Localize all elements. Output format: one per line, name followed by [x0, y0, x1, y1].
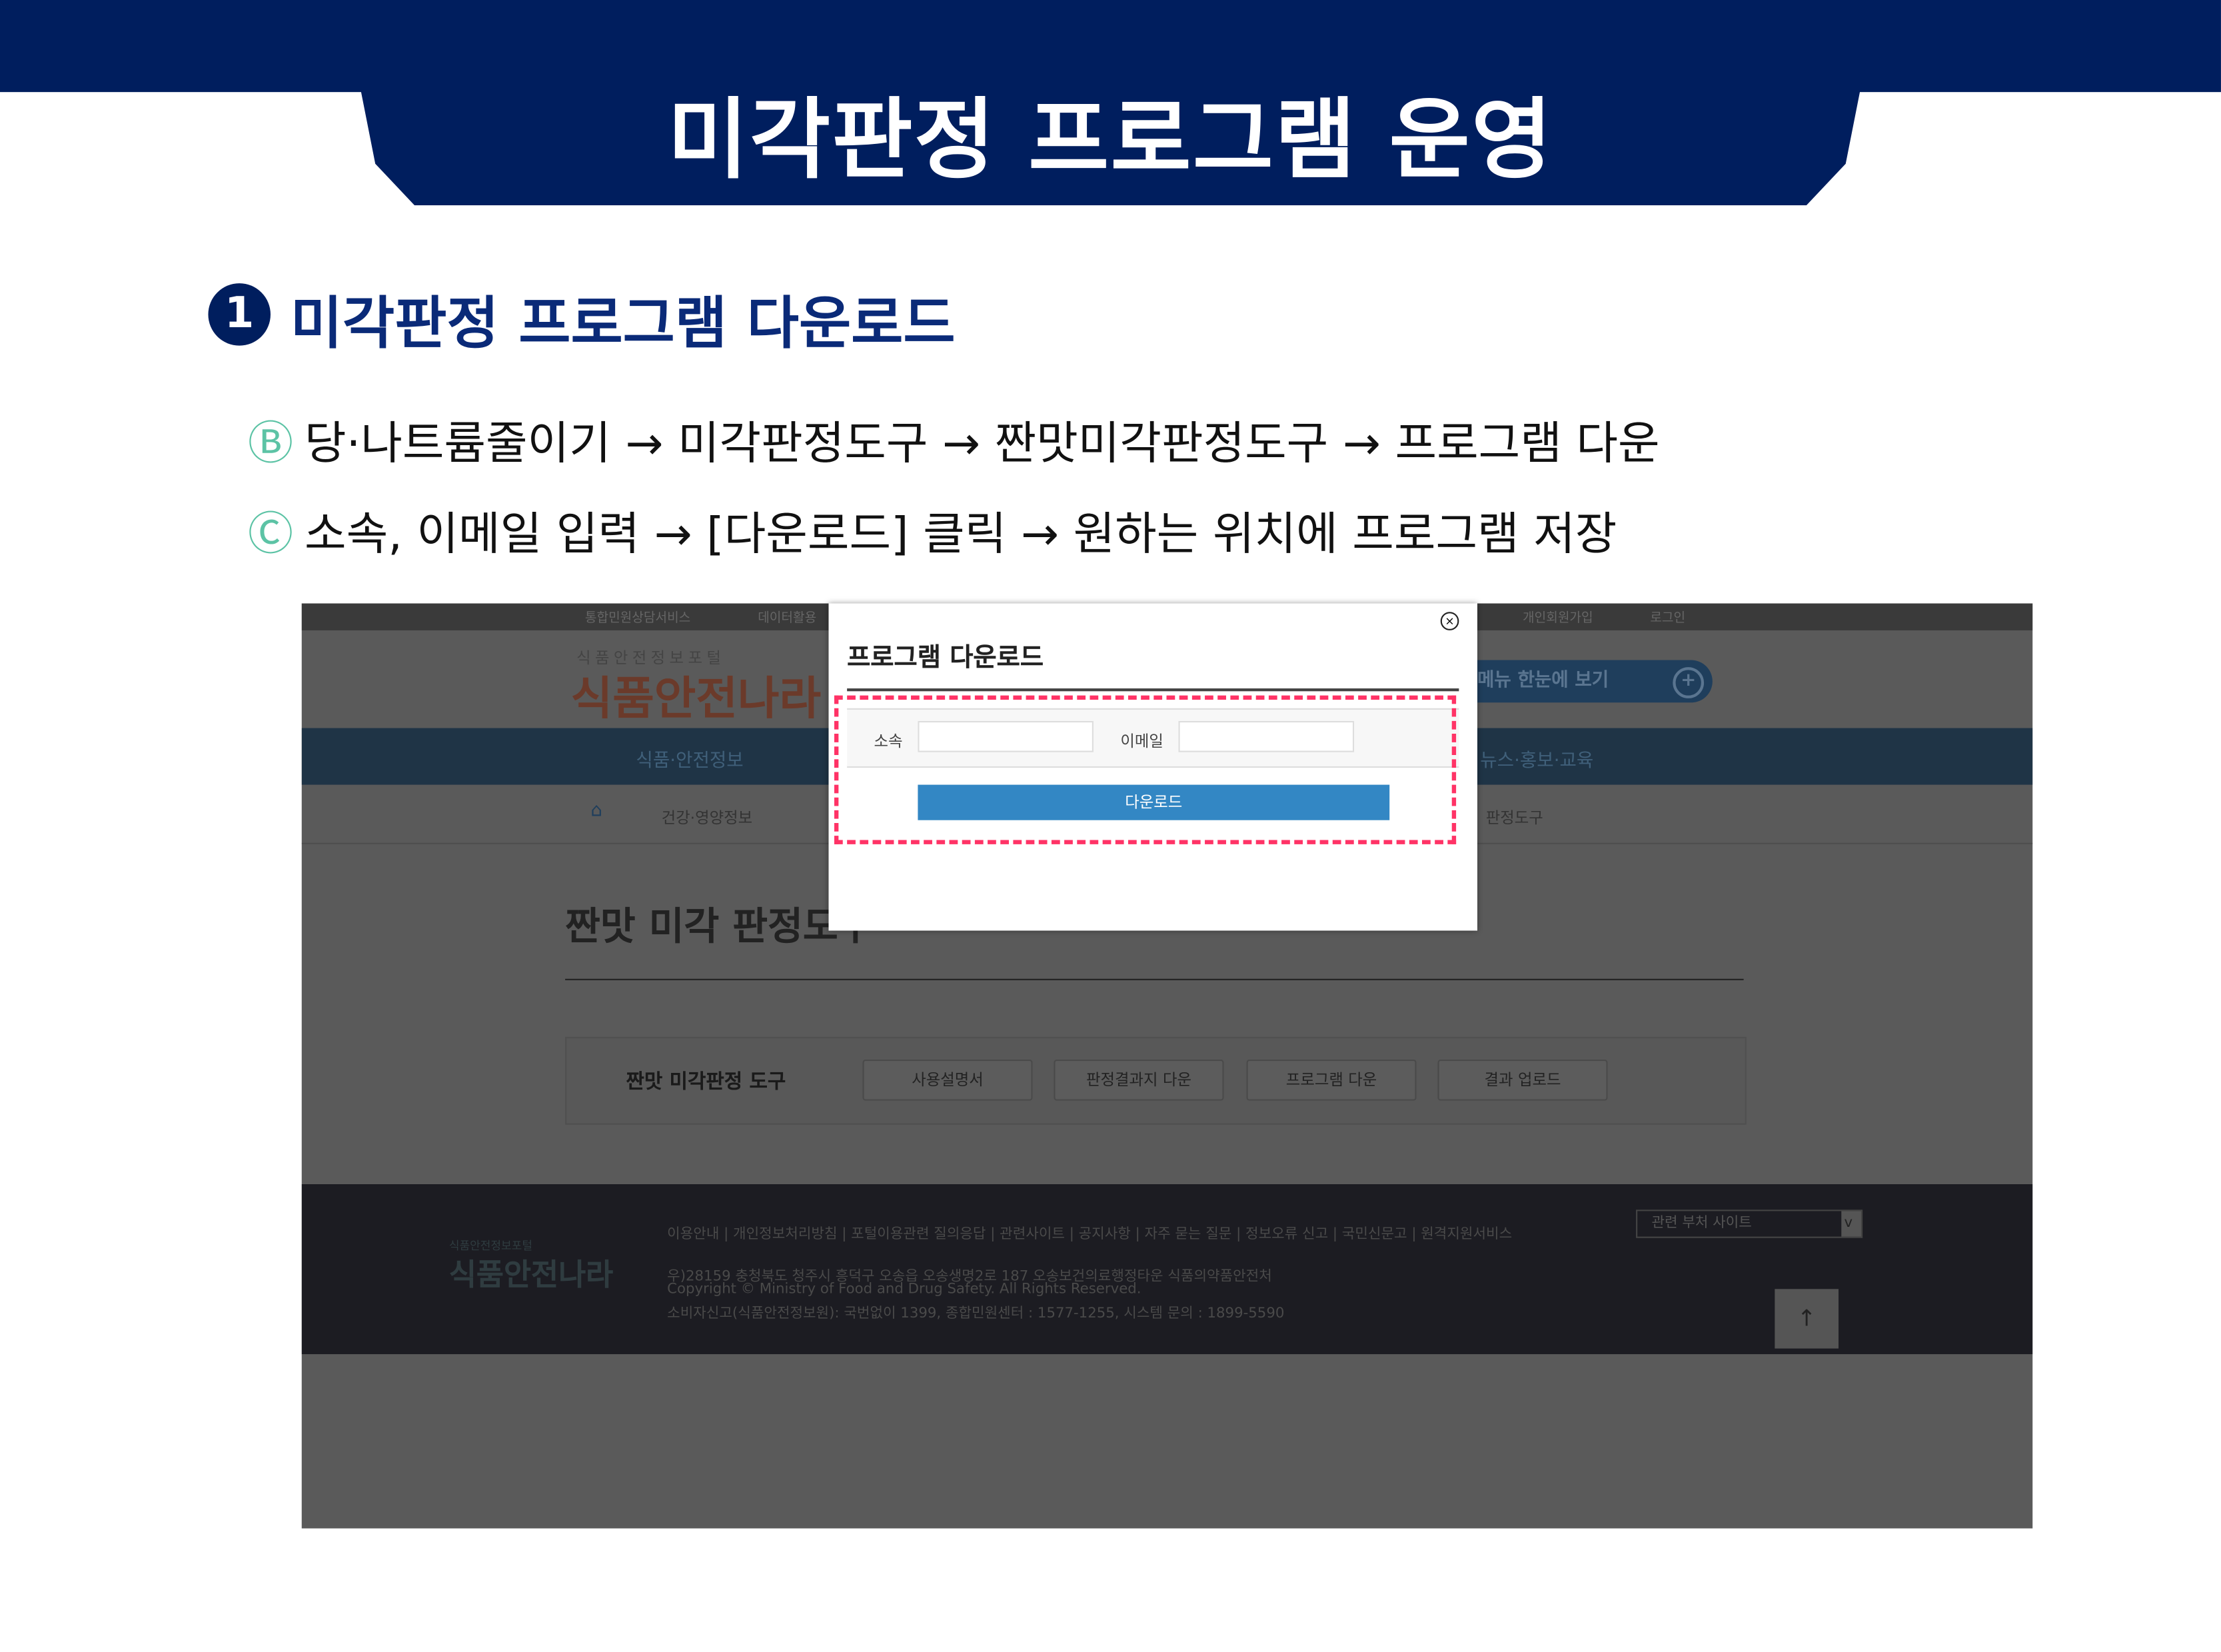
step-marker: Ⓒ	[247, 506, 294, 561]
breadcrumb-item[interactable]: 건강·영양정보	[662, 806, 753, 828]
program-download-button[interactable]: 프로그램 다운	[1246, 1059, 1417, 1101]
util-link[interactable]: 로그인	[1650, 608, 1685, 626]
manual-button[interactable]: 사용설명서	[862, 1059, 1033, 1101]
close-icon[interactable]: ×	[1440, 612, 1459, 630]
logo[interactable]: 식품안전나라	[571, 663, 821, 728]
footer-logo: 식품안전나라	[448, 1257, 614, 1292]
footer-contact: 소비자신고(식품안전정보원): 국번없이 1399, 종합민원센터 : 1577…	[667, 1305, 1285, 1322]
footer-copyright: Copyright © Ministry of Food and Drug Sa…	[667, 1281, 1141, 1298]
related-sites-select[interactable]: 관련 부처 사이트 v	[1636, 1210, 1863, 1238]
step-c: Ⓒ 소속, 이메일 입력 → [다운로드] 클릭 → 원하는 위치에 프로그램 저…	[248, 498, 1617, 564]
section-title: 미각판정 프로그램 다운로드	[290, 291, 956, 357]
util-link[interactable]: 개인회원가입	[1523, 608, 1593, 626]
chevron-down-icon: v	[1841, 1211, 1862, 1237]
nav-item[interactable]: 뉴스·홍보·교육	[1480, 745, 1593, 772]
result-sheet-download-button[interactable]: 판정결과지 다운	[1054, 1059, 1224, 1101]
plus-icon: +	[1673, 667, 1705, 698]
footer-logo-sub: 식품안전정보포털	[448, 1239, 532, 1253]
page-title: 짠맛 미각 판정도구	[565, 905, 874, 950]
step-text: 당·나트륨줄이기 → 미각판정도구 → 짠맛미각판정도구 → 프로그램 다운	[305, 416, 1660, 470]
breadcrumb-item[interactable]: 판정도구	[1486, 806, 1543, 828]
divider	[565, 978, 1744, 980]
highlight-box	[834, 695, 1457, 844]
modal-divider	[847, 688, 1459, 692]
footer: 식품안전정보포털 식품안전나라 이용안내 | 개인정보처리방침 | 포털이용관련…	[301, 1184, 2033, 1355]
tool-label: 짠맛 미각판정 도구	[626, 1070, 786, 1094]
home-icon[interactable]: ⌂	[590, 800, 602, 822]
section-number: 1	[208, 283, 271, 346]
scroll-top-button[interactable]: ↑	[1775, 1289, 1839, 1349]
modal-title: 프로그램 다운로드	[847, 643, 1044, 673]
result-upload-button[interactable]: 결과 업로드	[1437, 1059, 1608, 1101]
step-marker: Ⓑ	[247, 416, 294, 470]
footer-links[interactable]: 이용안내 | 개인정보처리방침 | 포털이용관련 질의응답 | 관련사이트 | …	[667, 1221, 1512, 1242]
nav-item[interactable]: 식품·안전정보	[636, 745, 743, 772]
step-b: Ⓑ 당·나트륨줄이기 → 미각판정도구 → 짠맛미각판정도구 → 프로그램 다운	[248, 408, 1660, 473]
slide-title: 미각판정 프로그램 운영	[667, 87, 1554, 191]
util-link[interactable]: 통합민원상담서비스	[585, 608, 690, 626]
step-text: 소속, 이메일 입력 → [다운로드] 클릭 → 원하는 위치에 프로그램 저장	[305, 506, 1617, 561]
util-link[interactable]: 데이터활용	[758, 608, 816, 626]
